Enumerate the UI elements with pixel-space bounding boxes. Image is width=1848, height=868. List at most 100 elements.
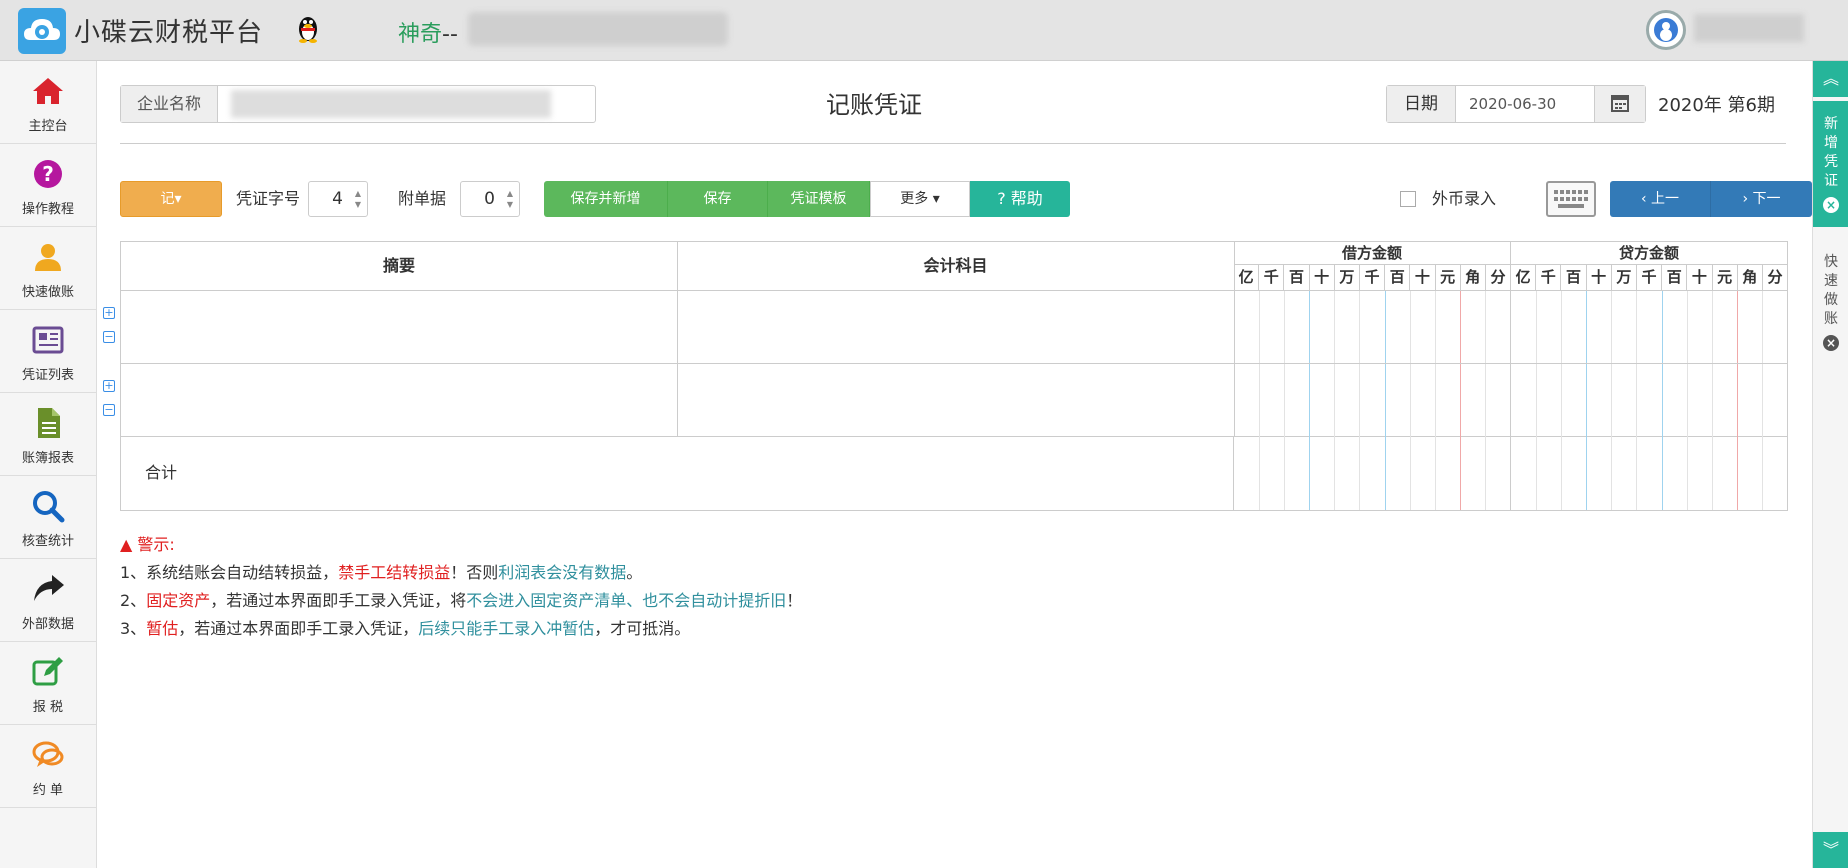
sidebar-item-audit-stats[interactable]: 核查统计 xyxy=(0,476,96,559)
sidebar-item-label: 核查统计 xyxy=(21,534,74,549)
tab-char: 做 xyxy=(1824,292,1838,308)
redacted-user-name[interactable] xyxy=(1694,14,1804,42)
voucher-no-label: 凭证字号 xyxy=(236,189,301,208)
sidebar-item-dashboard[interactable]: 主控台 xyxy=(0,61,96,144)
digit-header: 元 xyxy=(1713,265,1738,290)
warning-line: 1、系统结账会自动结转损益，禁手工结转损益！否则利润表会没有数据。 xyxy=(120,559,802,587)
debit-amount-cell[interactable] xyxy=(1234,291,1511,363)
debit-amount-cell[interactable] xyxy=(1234,364,1511,436)
notice-highlight: 不会进入固定资产清单、也不会自动计提折旧 xyxy=(466,591,787,610)
chevron-up-icon: ︽ xyxy=(1822,69,1839,88)
foreign-currency-checkbox[interactable] xyxy=(1400,191,1416,207)
user-avatar-icon[interactable] xyxy=(1646,10,1686,50)
quick-bookkeeping-tab[interactable]: 快 速 做 账 × xyxy=(1813,241,1848,351)
qq-penguin-icon[interactable] xyxy=(292,12,324,44)
notice-highlight: 固定资产 xyxy=(146,591,211,610)
foreign-currency-label: 外币录入 xyxy=(1432,189,1497,208)
redacted-company-name xyxy=(468,12,728,46)
save-and-new-button[interactable]: 保存并新增 xyxy=(544,181,668,217)
sidebar-item-tax-filing[interactable]: 报 税 xyxy=(0,642,96,725)
calendar-icon xyxy=(1611,95,1629,112)
scroll-bottom-button[interactable]: ︾ xyxy=(1813,832,1848,868)
voucher-toolbar: 记▾ 凭证字号 4 ▲ ▼ 附单据 0 ▲ ▼ 保存并新增 保存 凭证模板 更多 ▾… xyxy=(120,181,1812,217)
warning-line: 2、固定资产，若通过本界面即手工录入凭证，将不会进入固定资产清单、也不会自动计提… xyxy=(120,587,802,615)
digit-header: 千 xyxy=(1536,265,1562,290)
stepper-arrows-icon[interactable]: ▲ ▼ xyxy=(353,188,363,210)
more-dropdown[interactable]: 更多 ▾ xyxy=(870,181,970,217)
account-cell[interactable] xyxy=(677,291,1235,363)
add-row-icon[interactable]: + xyxy=(103,380,115,392)
entry-row[interactable]: + − xyxy=(103,291,1787,364)
voucher-template-button[interactable]: 凭证模板 xyxy=(768,181,870,217)
help-button[interactable]: ? 帮助 xyxy=(970,181,1070,217)
warning-title-text: 警示: xyxy=(137,535,175,554)
sidebar-item-ledger-reports[interactable]: 账簿报表 xyxy=(0,393,96,476)
entry-row[interactable]: + − xyxy=(103,364,1787,437)
calendar-button[interactable] xyxy=(1594,86,1645,122)
sidebar-item-voucher-list[interactable]: 凭证列表 xyxy=(0,310,96,393)
debit-title: 借方金额 xyxy=(1234,242,1510,265)
digit-header: 角 xyxy=(1461,265,1486,290)
sidebar-item-label: 操作教程 xyxy=(21,202,74,217)
notice-text: ，才可抵消。 xyxy=(594,619,691,638)
digit-header: 分 xyxy=(1490,268,1506,286)
add-row-icon[interactable]: + xyxy=(103,307,115,319)
date-input[interactable]: 2020-06-30 xyxy=(1469,86,1556,122)
digit-header: 万 xyxy=(1335,265,1360,290)
home-icon xyxy=(33,78,63,104)
digit-header: 亿 xyxy=(1511,265,1537,290)
right-quick-bar: ︽ 新 增 凭 证 × 快 速 做 账 × ︾ xyxy=(1812,61,1848,868)
total-row: 合计 xyxy=(121,436,1787,510)
search-icon xyxy=(33,491,65,523)
scroll-top-button[interactable]: ︽ xyxy=(1813,61,1848,97)
notice-highlight: 后续只能手工录入冲暂估 xyxy=(418,619,595,638)
stepper-arrows-icon[interactable]: ▲ ▼ xyxy=(505,188,515,210)
warning-icon: ▲ xyxy=(120,535,133,554)
voucher-navigation: ‹ 上一 › 下一 xyxy=(1610,181,1812,217)
voucher-panel: 企业名称 记账凭证 日期 2020-06-30 2020年 第6期 记▾ 凭证字… xyxy=(96,61,1812,868)
company-separator: -- xyxy=(442,22,458,47)
remove-row-icon[interactable]: − xyxy=(103,404,115,416)
app-title: 小碟云财税平台 xyxy=(74,18,264,48)
newspaper-icon xyxy=(32,326,64,354)
credit-total-cell xyxy=(1511,436,1787,510)
redacted-company-input[interactable] xyxy=(231,90,551,118)
notice-highlight: 禁手工结转损益 xyxy=(338,563,451,582)
summary-cell[interactable] xyxy=(121,364,678,436)
previous-voucher-button[interactable]: ‹ 上一 xyxy=(1610,181,1711,217)
sidebar-item-tutorial[interactable]: ? 操作教程 xyxy=(0,144,96,227)
top-bar: 小碟云财税平台 神奇-- xyxy=(0,0,1848,61)
warning-title: ▲ 警示: xyxy=(120,531,802,559)
table-header: 摘要 会计科目 借方金额 亿 千 百 十 万 千 百 十 元 角 分 贷方金额 … xyxy=(121,242,1787,291)
cloud-logo-icon xyxy=(18,8,66,54)
digit-header: 亿 xyxy=(1234,265,1260,290)
company-prefix: 神奇 xyxy=(398,22,443,47)
sidebar-item-external-data[interactable]: 外部数据 xyxy=(0,559,96,642)
notice-highlight: 暂估 xyxy=(146,619,179,638)
voucher-no-value: 4 xyxy=(332,189,343,209)
close-icon[interactable]: × xyxy=(1823,197,1839,213)
sidebar-item-quick-bookkeeping[interactable]: 快速做账 xyxy=(0,227,96,310)
file-icon xyxy=(38,408,60,438)
save-button[interactable]: 保存 xyxy=(668,181,768,217)
tab-char: 账 xyxy=(1824,311,1838,327)
digit-header: 千 xyxy=(1259,265,1285,290)
date-picker[interactable]: 日期 2020-06-30 xyxy=(1386,85,1646,123)
remove-row-icon[interactable]: − xyxy=(103,331,115,343)
voucher-type-dropdown[interactable]: 记▾ xyxy=(120,181,222,217)
summary-cell[interactable] xyxy=(121,291,678,363)
credit-header: 贷方金额 亿 千 百 十 万 千 百 十 元 角 分 xyxy=(1511,242,1787,290)
new-voucher-tab[interactable]: 新 增 凭 证 × xyxy=(1813,101,1848,227)
sidebar-item-label: 报 税 xyxy=(32,700,64,715)
company-name-field[interactable]: 企业名称 xyxy=(120,85,596,123)
voucher-no-stepper[interactable]: 4 ▲ ▼ xyxy=(308,181,368,217)
credit-amount-cell[interactable] xyxy=(1511,291,1787,363)
account-cell[interactable] xyxy=(677,364,1235,436)
close-icon[interactable]: × xyxy=(1823,335,1839,351)
credit-amount-cell[interactable] xyxy=(1511,364,1787,436)
sidebar-item-orders[interactable]: 约 单 xyxy=(0,725,96,808)
keyboard-shortcuts-button[interactable] xyxy=(1546,181,1596,217)
attachments-stepper[interactable]: 0 ▲ ▼ xyxy=(460,181,520,217)
next-voucher-button[interactable]: › 下一 xyxy=(1711,181,1812,217)
notice-text: ，若通过本界面即手工录入凭证， xyxy=(178,619,419,638)
